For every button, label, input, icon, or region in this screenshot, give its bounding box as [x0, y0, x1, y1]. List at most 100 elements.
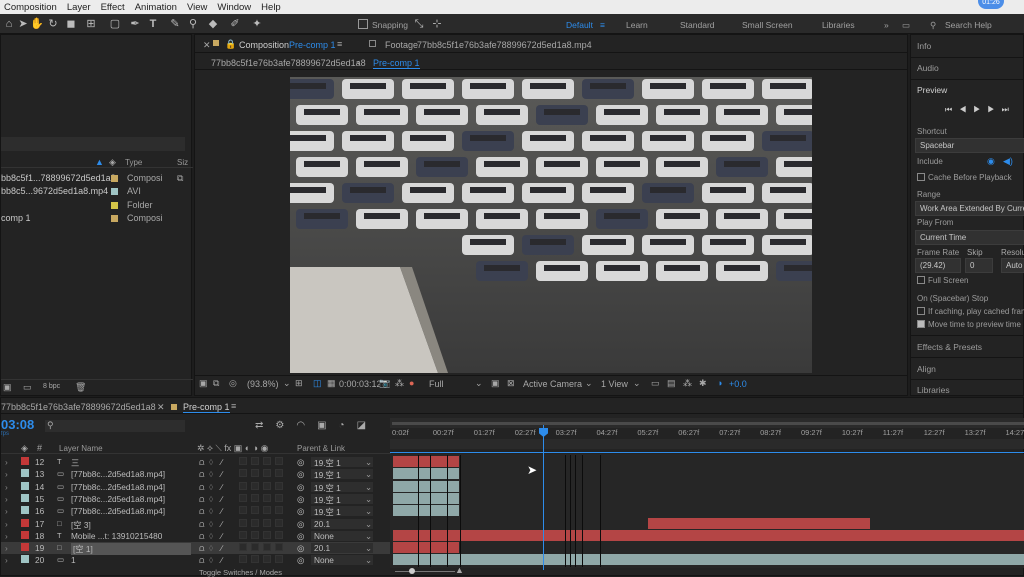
label-color-swatch[interactable] [21, 457, 29, 465]
pick-whip-icon[interactable]: ◎ [297, 531, 304, 541]
expand-arrow-icon[interactable]: › [5, 555, 8, 565]
clone-stamp-tool-icon[interactable]: ⚲ [186, 17, 200, 31]
pick-whip-icon[interactable]: ◎ [297, 543, 304, 553]
layer-name[interactable]: [77bb8c...2d5ed1a8.mp4] [71, 506, 165, 516]
label-color-swatch[interactable] [21, 469, 29, 477]
3d-layer-switch[interactable] [275, 494, 283, 502]
quality-switch-icon[interactable]: ∕ [221, 531, 222, 541]
chevron-down-icon[interactable]: ⌄ [365, 457, 372, 467]
parent-dropdown[interactable]: None [311, 555, 373, 565]
menu-composition[interactable]: Composition [0, 2, 63, 13]
workspace-libraries[interactable]: Libraries [822, 20, 855, 30]
effect-switch[interactable] [239, 519, 247, 527]
effect-switch[interactable] [239, 494, 247, 502]
quality-switch-icon[interactable]: ∕ [221, 457, 222, 467]
layer-name[interactable]: [77bb8c...2d5ed1a8.mp4] [71, 482, 165, 492]
layer-name[interactable]: [空 3] [71, 519, 91, 531]
shy-icon[interactable]: ◠ [296, 420, 317, 431]
layer-duration-bar[interactable] [393, 542, 459, 553]
quality-switch-icon[interactable]: ∕ [221, 494, 222, 504]
3d-layer-switch[interactable] [275, 506, 283, 514]
expand-arrow-icon[interactable]: › [5, 519, 8, 529]
chevron-down-icon[interactable]: ⌄ [365, 531, 372, 541]
layer-duration-bar[interactable] [393, 481, 459, 492]
interpret-footage-icon[interactable]: ▣ [3, 382, 12, 393]
mask-visibility-icon[interactable]: ◎ [229, 378, 237, 389]
effect-switch[interactable] [239, 531, 247, 539]
project-item[interactable]: bb8c5...9672d5ed1a8.mp4 AVI [1, 186, 193, 198]
composition-tab-name[interactable]: Pre-comp 1 [289, 40, 336, 50]
3d-layer-switch[interactable] [275, 555, 283, 563]
shy-switch-icon[interactable]: ⩍ [199, 482, 204, 493]
motion-blur-switch[interactable] [263, 494, 271, 502]
collapse-switch-icon[interactable]: ◊ [209, 531, 213, 541]
frame-blend-switch[interactable] [251, 555, 259, 563]
collapse-switch-icon[interactable]: ◊ [209, 457, 213, 467]
parent-dropdown[interactable]: 19.空 1 [311, 457, 373, 467]
effect-switch[interactable] [239, 543, 247, 551]
label-color-swatch[interactable] [21, 482, 29, 490]
exposure-icon[interactable]: ◑ [717, 378, 722, 388]
effect-switch[interactable] [239, 482, 247, 490]
pick-whip-icon[interactable]: ◎ [297, 469, 304, 479]
collapse-switch-icon[interactable]: ◊ [209, 506, 213, 516]
sync-icon[interactable]: ▭ [902, 20, 910, 31]
hand-tool-icon[interactable]: ✋ [30, 17, 44, 31]
shy-switch-icon[interactable]: ⩍ [199, 469, 204, 480]
current-time-display[interactable]: 03:08 [1, 417, 34, 432]
frame-blend-switch[interactable] [251, 543, 259, 551]
play-icon[interactable]: ▶ [973, 105, 987, 114]
frame-blend-switch[interactable] [251, 519, 259, 527]
comp-mini-flowchart-icon[interactable]: ⇄ [255, 420, 275, 431]
shy-switch-icon[interactable]: ⩍ [199, 543, 204, 554]
chevron-down-icon[interactable]: ⌄ [365, 555, 372, 565]
3d-layer-switch[interactable] [275, 531, 283, 539]
pick-whip-icon[interactable]: ◎ [297, 506, 304, 516]
type-tool-icon[interactable]: T [146, 17, 160, 31]
composition-tab[interactable]: Composition [239, 40, 289, 50]
quality-switch-icon[interactable]: ∕ [221, 555, 222, 565]
snapping-checkbox[interactable] [358, 19, 368, 29]
label-color-swatch[interactable] [21, 543, 29, 551]
expand-arrow-icon[interactable]: › [5, 457, 8, 467]
shy-switch-icon[interactable]: ⩍ [199, 494, 204, 505]
parent-link-header[interactable]: Parent & Link [297, 444, 345, 453]
layer-row[interactable]: ›17□[空 3]⩍◊∕◎20.1⌄ [1, 518, 391, 530]
layer-name[interactable]: 三 [71, 457, 79, 469]
motion-blur-switch[interactable] [263, 519, 271, 527]
eraser-tool-icon[interactable]: ◆ [206, 17, 220, 31]
motion-blur-icon[interactable]: ◔ [339, 420, 357, 431]
close-tab-icon[interactable]: ✕ [157, 402, 165, 413]
layer-row[interactable]: ›15▭[77bb8c...2d5ed1a8.mp4]⩍◊∕◎19.空 1⌄ [1, 493, 391, 505]
trash-icon[interactable]: 🗑 [75, 382, 86, 393]
zoom-dropdown[interactable]: (93.8%) [247, 379, 279, 389]
snapshot-icon[interactable]: 📷 [379, 378, 390, 389]
layer-name[interactable]: Mobile ...t: 13910215480 [71, 531, 162, 541]
label-color-swatch[interactable] [21, 531, 29, 539]
move-time-checkbox[interactable]: Move time to preview time [917, 320, 1021, 329]
camera-chevron-icon[interactable]: ⌄ [585, 378, 593, 389]
rotate-tool-icon[interactable]: ↻ [46, 17, 60, 31]
frame-blend-switch[interactable] [251, 457, 259, 465]
search-icon[interactable]: ⚲ [930, 20, 936, 31]
layer-name[interactable]: [77bb8c...2d5ed1a8.mp4] [71, 469, 165, 479]
skip-dropdown[interactable]: 0 [965, 258, 993, 273]
layer-duration-bar[interactable] [393, 468, 459, 479]
composition-preview-image[interactable] [290, 77, 812, 373]
workspace-learn[interactable]: Learn [626, 20, 648, 30]
graph-editor-icon[interactable]: ◪ [357, 420, 378, 431]
pick-whip-icon[interactable]: ◎ [297, 519, 304, 529]
pick-whip-icon[interactable]: ◎ [297, 457, 304, 467]
current-time-indicator[interactable] [543, 425, 544, 570]
full-screen-checkbox[interactable]: Full Screen [917, 276, 968, 285]
shy-switch-icon[interactable]: ⩍ [199, 531, 204, 542]
collapse-switch-icon[interactable]: ◊ [209, 519, 213, 529]
roto-brush-tool-icon[interactable]: ✐ [228, 17, 242, 31]
collapse-switch-icon[interactable]: ◊ [209, 469, 213, 479]
motion-blur-switch[interactable] [263, 531, 271, 539]
label-color-swatch[interactable] [21, 506, 29, 514]
breadcrumb-item-active[interactable]: Pre-comp 1 [373, 58, 420, 69]
pick-whip-icon[interactable]: ◎ [297, 555, 304, 565]
motion-blur-switch[interactable] [263, 482, 271, 490]
toggle-pixel-aspect-icon[interactable]: ▭ [651, 378, 660, 389]
